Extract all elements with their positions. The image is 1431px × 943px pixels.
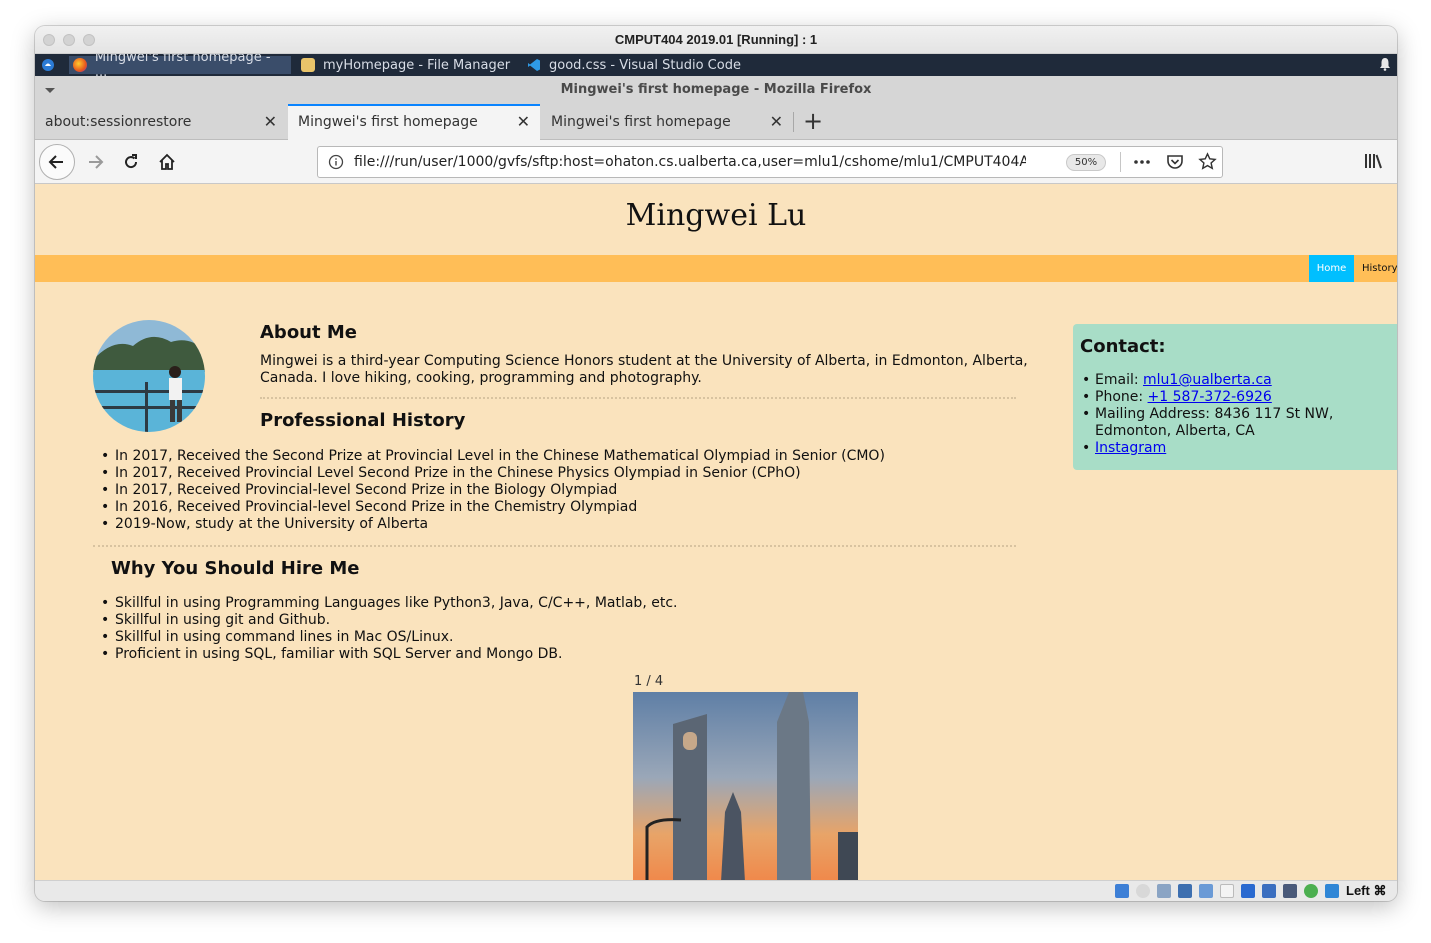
slideshow-image[interactable] bbox=[633, 692, 858, 880]
tab-label: Mingwei's first homepage bbox=[551, 114, 731, 130]
home-icon bbox=[159, 153, 175, 170]
navigation-toolbar: file:///run/user/1000/gvfs/sftp:host=oha… bbox=[35, 140, 1397, 184]
about-me-text: Mingwei is a third-year Computing Scienc… bbox=[260, 353, 1028, 386]
site-title: Mingwei Lu bbox=[625, 198, 807, 233]
window-menu-chevron-down-icon[interactable] bbox=[45, 88, 55, 93]
firefox-window-title: Mingwei's first homepage - Mozilla Firef… bbox=[560, 82, 872, 97]
list-item: Skillful in using command lines in Mac O… bbox=[101, 629, 677, 646]
library-icon[interactable] bbox=[1363, 152, 1383, 174]
vm-status-bar: Left ⌘ bbox=[35, 880, 1397, 901]
hard-disk-icon[interactable] bbox=[1115, 884, 1129, 898]
about-me-heading: About Me bbox=[260, 322, 357, 343]
hire-list: Skillful in using Programming Languages … bbox=[101, 595, 677, 663]
contact-heading: Contact: bbox=[1080, 336, 1166, 357]
contact-phone: Phone: +1 587-372-6926 bbox=[1082, 389, 1397, 406]
tab-divider bbox=[793, 112, 794, 132]
forward-arrow-icon bbox=[89, 155, 104, 169]
new-tab-button[interactable]: + bbox=[803, 104, 823, 140]
list-item: In 2017, Received Provincial Level Secon… bbox=[101, 465, 885, 482]
close-tab-icon[interactable]: ✕ bbox=[264, 104, 277, 140]
contact-label: Email: bbox=[1095, 372, 1144, 388]
zoom-level-badge[interactable]: 50% bbox=[1066, 154, 1106, 171]
list-item: In 2017, Received Provincial-level Secon… bbox=[101, 482, 885, 499]
taskbar-item-firefox[interactable]: Mingwei's first homepage - ... bbox=[69, 54, 291, 80]
tab-label: Mingwei's first homepage bbox=[298, 114, 478, 130]
reload-icon bbox=[125, 154, 138, 169]
network-icon[interactable] bbox=[1178, 884, 1192, 898]
mac-titlebar: CMPUT404 2019.01 [Running] : 1 bbox=[35, 26, 1397, 54]
taskbar-item-vscode[interactable]: good.css - Visual Studio Code bbox=[527, 56, 741, 74]
audio-icon[interactable] bbox=[1157, 884, 1171, 898]
forward-button[interactable] bbox=[77, 144, 113, 180]
list-item: 2019-Now, study at the University of Alb… bbox=[101, 516, 885, 533]
section-divider bbox=[93, 545, 1016, 547]
nav-history-link[interactable]: History bbox=[1362, 255, 1397, 282]
pocket-icon[interactable] bbox=[1166, 153, 1184, 175]
usb-icon[interactable] bbox=[1199, 884, 1213, 898]
list-item: Skillful in using git and Github. bbox=[101, 612, 677, 629]
contact-address: Mailing Address: 8436 117 St NW, Edmonto… bbox=[1082, 406, 1397, 440]
vscode-icon bbox=[527, 58, 541, 72]
tab-sessionrestore[interactable]: about:sessionrestore ✕ bbox=[35, 104, 287, 140]
display-icon[interactable] bbox=[1241, 884, 1255, 898]
vm-window-title: CMPUT404 2019.01 [Running] : 1 bbox=[614, 32, 818, 47]
firefox-icon bbox=[73, 58, 87, 72]
phone-link[interactable]: +1 587-372-6926 bbox=[1148, 389, 1272, 405]
mouse-integration-icon[interactable] bbox=[1325, 884, 1339, 898]
contact-label: Phone: bbox=[1095, 389, 1148, 405]
cpu-icon[interactable] bbox=[1283, 884, 1297, 898]
contact-list: Email: mlu1@ualberta.ca Phone: +1 587-37… bbox=[1082, 372, 1397, 457]
tab-homepage[interactable]: Mingwei's first homepage ✕ bbox=[541, 104, 793, 140]
url-text[interactable]: file:///run/user/1000/gvfs/sftp:host=oha… bbox=[354, 147, 1026, 177]
taskbar-item-label: myHomepage - File Manager bbox=[323, 57, 511, 73]
back-button[interactable] bbox=[39, 144, 75, 180]
tab-strip: about:sessionrestore ✕ Mingwei's first h… bbox=[35, 104, 1397, 140]
site-nav-bar: Home History bbox=[35, 255, 1397, 282]
slideshow-counter: 1 / 4 bbox=[634, 674, 664, 689]
url-bar[interactable]: file:///run/user/1000/gvfs/sftp:host=oha… bbox=[317, 146, 1223, 178]
folder-icon bbox=[301, 58, 315, 72]
host-key-label: Left ⌘ bbox=[1346, 883, 1387, 898]
bookmark-star-icon[interactable] bbox=[1198, 152, 1217, 175]
taskbar-item-label: good.css - Visual Studio Code bbox=[549, 57, 741, 73]
info-icon[interactable] bbox=[328, 154, 344, 174]
contact-card: Contact: Email: mlu1@ualberta.ca Phone: … bbox=[1073, 324, 1397, 470]
contact-email: Email: mlu1@ualberta.ca bbox=[1082, 372, 1397, 389]
vm-screen: Mingwei's first homepage - ... myHomepag… bbox=[35, 54, 1397, 880]
list-item: Skillful in using Programming Languages … bbox=[101, 595, 677, 612]
reload-button[interactable] bbox=[113, 144, 149, 180]
list-item: In 2017, Received the Second Prize at Pr… bbox=[101, 448, 885, 465]
taskbar-item-file-manager[interactable]: myHomepage - File Manager bbox=[301, 56, 510, 74]
back-arrow-icon bbox=[48, 155, 63, 169]
section-divider bbox=[260, 397, 1016, 399]
tab-homepage-active[interactable]: Mingwei's first homepage ✕ bbox=[288, 104, 540, 140]
list-item: In 2016, Received Provincial-level Secon… bbox=[101, 499, 885, 516]
profile-avatar bbox=[93, 320, 205, 432]
instagram-link[interactable]: Instagram bbox=[1095, 440, 1166, 456]
shared-folders-icon[interactable] bbox=[1220, 884, 1234, 898]
tab-label: about:sessionrestore bbox=[45, 114, 192, 130]
close-tab-icon[interactable]: ✕ bbox=[517, 106, 530, 138]
url-divider bbox=[1120, 152, 1121, 172]
page-actions-more-icon[interactable] bbox=[1132, 153, 1152, 175]
history-list: In 2017, Received the Second Prize at Pr… bbox=[101, 448, 885, 533]
virtualbox-window: CMPUT404 2019.01 [Running] : 1 Mingwei's… bbox=[35, 26, 1397, 901]
home-button[interactable] bbox=[149, 144, 185, 180]
professional-history-heading: Professional History bbox=[260, 410, 466, 431]
linux-taskbar: Mingwei's first homepage - ... myHomepag… bbox=[35, 54, 1397, 80]
guest-additions-icon[interactable] bbox=[1304, 884, 1318, 898]
web-page: Mingwei Lu Home History About Me Mingwei… bbox=[35, 184, 1397, 880]
video-capture-icon[interactable] bbox=[1262, 884, 1276, 898]
close-tab-icon[interactable]: ✕ bbox=[770, 104, 783, 140]
hire-me-heading: Why You Should Hire Me bbox=[111, 558, 360, 579]
firefox-titlebar: Mingwei's first homepage - Mozilla Firef… bbox=[35, 76, 1397, 104]
notification-bell-icon[interactable] bbox=[1379, 57, 1391, 71]
nav-home-link[interactable]: Home bbox=[1309, 255, 1354, 282]
email-link[interactable]: mlu1@ualberta.ca bbox=[1143, 372, 1272, 388]
menu-icon[interactable] bbox=[41, 56, 55, 74]
list-item: Proficient in using SQL, familiar with S… bbox=[101, 646, 677, 663]
contact-instagram: Instagram bbox=[1082, 440, 1397, 457]
optical-drive-icon[interactable] bbox=[1136, 884, 1150, 898]
